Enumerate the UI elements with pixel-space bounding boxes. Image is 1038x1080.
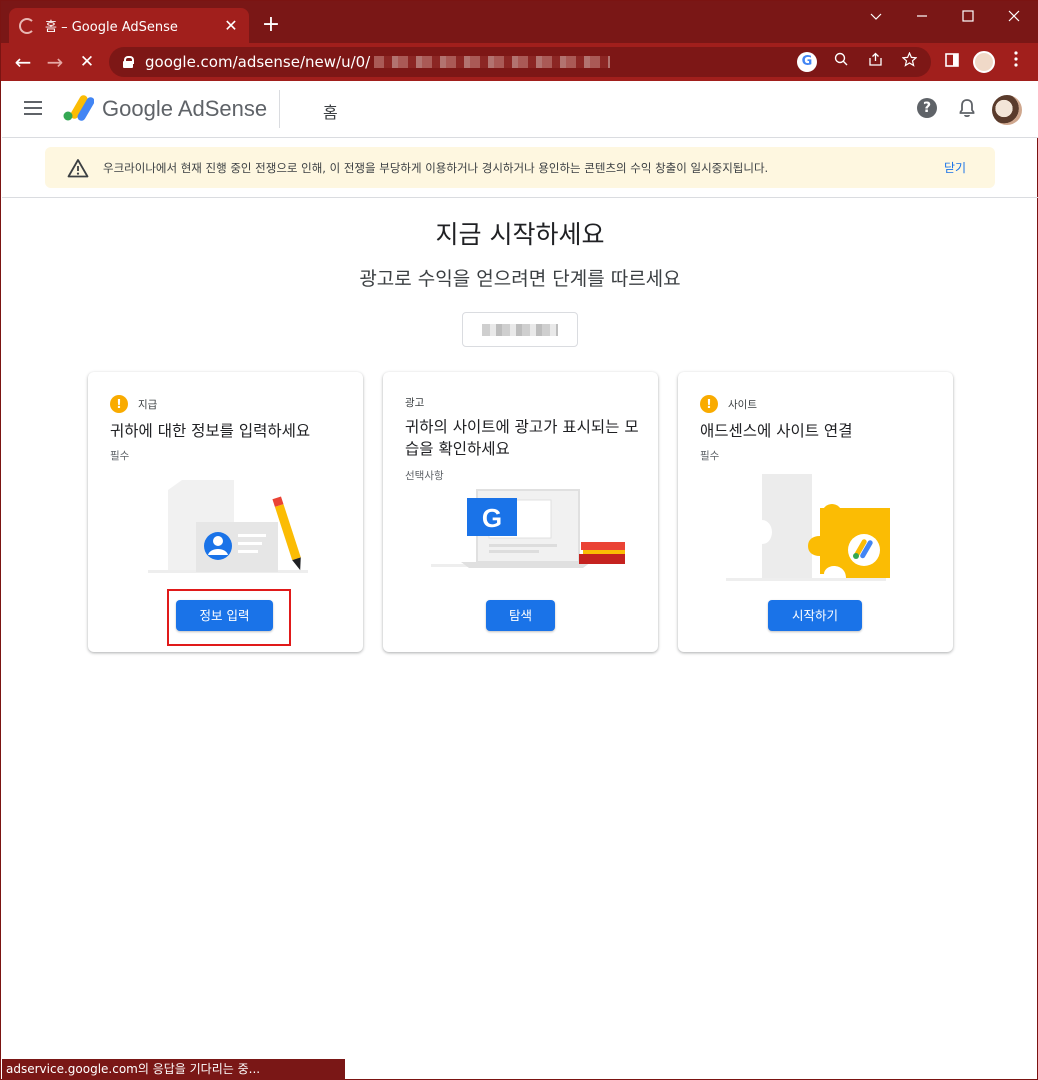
card-site: ! 사이트 애드센스에 사이트 연결 필수 시작하기 (678, 372, 953, 652)
card-ads: 광고 귀하의 사이트에 광고가 표시되는 모습을 확인하세요 선택사항 G 탐색 (383, 372, 658, 652)
explore-button[interactable]: 탐색 (486, 600, 555, 631)
card-requirement: 필수 (110, 450, 130, 462)
forward-button[interactable]: → (43, 50, 67, 74)
share-icon[interactable] (865, 52, 885, 72)
highlight-annotation (167, 589, 291, 646)
card-tag-label: 광고 (405, 397, 425, 409)
address-bar[interactable]: google.com/adsense/new/u/0/ G (109, 47, 931, 77)
url-redacted (374, 56, 611, 68)
google-lens-icon[interactable]: G (797, 52, 817, 72)
notice-banner: 우크라이나에서 현재 진행 중인 전쟁으로 인해, 이 전쟁을 부당하게 이용하… (45, 147, 995, 188)
puzzle-illustration (726, 474, 890, 581)
app-header: Google AdSense 홈 ? (2, 81, 1038, 138)
browser-tab[interactable]: 홈 – Google AdSense ✕ (9, 8, 249, 43)
id-card-illustration (148, 480, 308, 573)
status-bar: adservice.google.com의 응답을 기다리는 중... (2, 1059, 345, 1080)
zoom-icon[interactable] (831, 52, 851, 72)
side-panel-icon[interactable] (941, 51, 963, 73)
header-divider (279, 90, 280, 128)
banner-message: 우크라이나에서 현재 진행 중인 전쟁으로 인해, 이 전쟁을 부당하게 이용하… (103, 160, 769, 175)
menu-kebab-icon[interactable] (1005, 51, 1027, 73)
stop-button[interactable]: ✕ (75, 50, 99, 74)
close-window-button[interactable] (991, 5, 1037, 29)
publisher-id-box (462, 312, 578, 347)
browser-window: 홈 – Google AdSense ✕ + ← → ✕ google.com/… (0, 0, 1038, 1080)
url-text: google.com/adsense/new/u/0/ (145, 53, 371, 71)
card-requirement: 선택사항 (405, 470, 444, 482)
warning-icon (67, 158, 89, 177)
brand-title[interactable]: Google AdSense (102, 96, 267, 122)
card-tag-label: 사이트 (728, 398, 757, 411)
bell-icon[interactable] (958, 97, 976, 119)
card-heading: 귀하의 사이트에 광고가 표시되는 모습을 확인하세요 (405, 418, 639, 458)
card-tag: ! 사이트 (700, 395, 757, 413)
card-tag-label: 지급 (138, 398, 158, 411)
back-button[interactable]: ← (11, 50, 35, 74)
new-tab-button[interactable]: + (259, 13, 283, 37)
omnibox-actions: G (797, 51, 919, 72)
svg-text:G: G (482, 503, 502, 533)
publisher-id-redacted (482, 323, 558, 336)
card-heading: 애드센스에 사이트 연결 (700, 422, 853, 440)
profile-avatar[interactable] (973, 51, 995, 73)
bookmark-star-icon[interactable] (899, 51, 919, 72)
hero-title: 지금 시작하세요 (435, 220, 605, 249)
maximize-button[interactable] (945, 5, 991, 29)
card-heading: 귀하에 대한 정보를 입력하세요 (110, 422, 311, 440)
card-requirement: 필수 (700, 450, 720, 462)
tab-close-icon[interactable]: ✕ (223, 16, 239, 35)
laptop-ad-illustration: G (431, 489, 625, 568)
hamburger-icon[interactable] (24, 101, 42, 115)
minimize-button[interactable] (853, 5, 899, 29)
hero-subtitle: 광고로 수익을 얻으려면 단계를 따르세요 (359, 268, 681, 290)
tab-bar: 홈 – Google AdSense ✕ + (1, 1, 1038, 43)
adsense-logo-icon (63, 95, 94, 121)
avatar[interactable] (992, 95, 1022, 125)
loading-spinner-icon (19, 17, 35, 34)
header-separator (2, 197, 1038, 198)
page-title: 홈 (323, 103, 338, 122)
get-started-button[interactable]: 시작하기 (768, 600, 862, 631)
card-tag: ! 지급 (110, 395, 157, 413)
browser-toolbar: ← → ✕ google.com/adsense/new/u/0/ G (1, 43, 1038, 81)
minimize-window-button[interactable] (899, 5, 945, 29)
banner-close-button[interactable]: 닫기 (925, 159, 985, 176)
help-icon[interactable]: ? (917, 98, 937, 118)
alert-icon: ! (110, 395, 128, 413)
lock-icon (123, 56, 134, 68)
alert-icon: ! (700, 395, 718, 413)
card-tag: 광고 (405, 395, 424, 410)
tab-title: 홈 – Google AdSense (45, 20, 178, 35)
